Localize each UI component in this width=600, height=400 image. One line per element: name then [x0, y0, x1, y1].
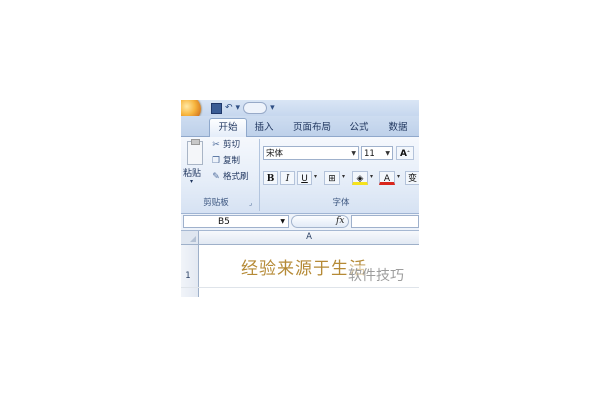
- cut-button[interactable]: ✂ 剪切: [211, 139, 240, 152]
- clipboard-group-label: 剪贴板: [203, 198, 229, 208]
- font-size-combo[interactable]: 11 ▼: [361, 146, 393, 160]
- name-box[interactable]: B5 ▼: [183, 215, 289, 228]
- tab-page-layout[interactable]: 页面布局: [289, 119, 335, 136]
- insert-function-icon[interactable]: fx: [336, 214, 344, 229]
- ribbon-tabs: 开始 插入 页面布局 公式 数据: [181, 116, 419, 137]
- tab-insert[interactable]: 插入: [249, 119, 279, 136]
- borders-icon: ⊞: [328, 174, 336, 184]
- font-name-value: 宋体: [266, 149, 284, 159]
- worksheet-grid[interactable]: 1 经验来源于生活 软件技巧: [181, 245, 419, 297]
- tab-formulas[interactable]: 公式: [344, 119, 374, 136]
- row-header-1[interactable]: 1: [181, 271, 195, 281]
- tab-home[interactable]: 开始: [209, 118, 247, 137]
- redo-icon[interactable]: [243, 102, 268, 114]
- clipboard-dialog-launcher-icon[interactable]: ⌟: [249, 199, 252, 207]
- font-size-value: 11: [364, 149, 375, 159]
- format-painter-button[interactable]: ✎ 格式刷: [211, 171, 249, 184]
- row-gridline: [181, 287, 419, 288]
- font-color-button[interactable]: A: [379, 171, 395, 185]
- italic-button[interactable]: I: [280, 171, 295, 185]
- select-all-corner[interactable]: [181, 231, 199, 244]
- scissors-icon: ✂: [212, 140, 220, 150]
- grow-font-button[interactable]: Aˆ: [396, 146, 414, 160]
- formula-bar: B5 ▼ fx: [181, 214, 419, 231]
- paste-icon[interactable]: [187, 139, 203, 165]
- fill-color-dropdown-icon[interactable]: ▾: [370, 173, 373, 180]
- font-name-combo[interactable]: 宋体 ▼: [263, 146, 359, 160]
- font-color-label: A: [383, 174, 391, 184]
- undo-icon[interactable]: ↶: [225, 103, 233, 113]
- undo-dropdown-icon[interactable]: ▾: [236, 103, 241, 113]
- row-headers: 1: [181, 245, 199, 297]
- bold-button[interactable]: B: [263, 171, 278, 185]
- customize-qat-icon[interactable]: ▾: [270, 103, 275, 113]
- name-box-value: B5: [218, 217, 230, 227]
- quick-access-icons: ↶ ▾ ▾: [211, 102, 275, 114]
- group-separator: [259, 139, 260, 211]
- format-painter-label: 格式刷: [223, 172, 249, 182]
- borders-button[interactable]: ⊞: [324, 171, 340, 185]
- font-color-dropdown-icon[interactable]: ▾: [397, 173, 400, 180]
- tab-data[interactable]: 数据: [383, 119, 413, 136]
- copy-button[interactable]: ❐ 复制: [211, 155, 240, 168]
- underline-button[interactable]: U: [297, 171, 312, 185]
- paste-dropdown-icon[interactable]: ▾: [190, 178, 193, 185]
- borders-dropdown-icon[interactable]: ▾: [342, 173, 345, 180]
- column-header-a[interactable]: A: [199, 231, 419, 244]
- excel-window-crop: ↶ ▾ ▾ 开始 插入 页面布局 公式 数据 粘贴 ▾ ✂ 剪切 ❐ 复制 ✎ …: [181, 100, 419, 297]
- underline-dropdown-icon[interactable]: ▾: [314, 173, 317, 180]
- watermark-text: 软件技巧: [346, 265, 406, 285]
- wrap-text-button[interactable]: 变: [405, 171, 419, 185]
- formula-input[interactable]: [351, 215, 419, 228]
- cut-label: 剪切: [223, 140, 241, 150]
- name-box-dropdown-icon[interactable]: ▼: [280, 216, 285, 228]
- copy-icon: ❐: [211, 156, 221, 166]
- grow-font-label: A: [400, 149, 407, 159]
- paintbrush-icon: ✎: [212, 172, 220, 182]
- column-headers: A: [181, 231, 419, 245]
- save-icon[interactable]: [211, 102, 222, 114]
- paint-bucket-icon: ◈: [356, 174, 364, 184]
- copy-label: 复制: [223, 156, 241, 166]
- quick-access-toolbar: ↶ ▾ ▾: [181, 100, 419, 122]
- font-size-dropdown-icon[interactable]: ▼: [385, 147, 390, 161]
- font-name-dropdown-icon[interactable]: ▼: [351, 147, 356, 161]
- fill-color-button[interactable]: ◈: [352, 171, 368, 185]
- font-group-label: 字体: [332, 198, 350, 208]
- ribbon-home-panel: 粘贴 ▾ ✂ 剪切 ❐ 复制 ✎ 格式刷 剪贴板 ⌟ 宋体 ▼ 11 ▼ Aˆ …: [181, 137, 419, 214]
